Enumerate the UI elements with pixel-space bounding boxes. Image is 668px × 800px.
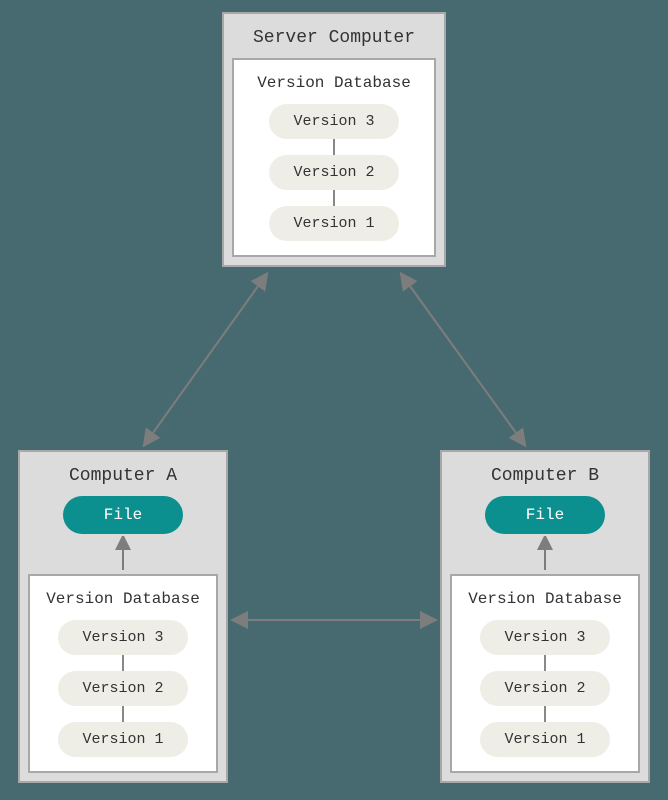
version-connector xyxy=(544,655,546,671)
computer-b-database-box: Version Database Version 3 Version 2 Ver… xyxy=(450,574,640,773)
file-pill: File xyxy=(485,496,605,534)
server-database-title: Version Database xyxy=(244,70,424,104)
version-pill: Version 2 xyxy=(269,155,399,190)
version-pill: Version 1 xyxy=(269,206,399,241)
server-database-box: Version Database Version 3 Version 2 Ver… xyxy=(232,58,436,257)
inner-arrow-icon xyxy=(450,536,640,574)
computer-a-database-title: Version Database xyxy=(40,586,206,620)
version-pill: Version 1 xyxy=(480,722,610,757)
version-pill: Version 2 xyxy=(58,671,188,706)
computer-b-title: Computer B xyxy=(450,460,640,496)
server-title: Server Computer xyxy=(232,22,436,58)
computer-b-box: Computer B File Version Database Version… xyxy=(440,450,650,783)
computer-a-database-box: Version Database Version 3 Version 2 Ver… xyxy=(28,574,218,773)
computer-a-box: Computer A File Version Database Version… xyxy=(18,450,228,783)
version-connector xyxy=(333,139,335,155)
version-pill: Version 3 xyxy=(269,104,399,139)
version-pill: Version 3 xyxy=(58,620,188,655)
version-pill: Version 1 xyxy=(58,722,188,757)
version-connector xyxy=(333,190,335,206)
version-connector xyxy=(122,655,124,671)
version-pill: Version 3 xyxy=(480,620,610,655)
version-connector xyxy=(544,706,546,722)
version-connector xyxy=(122,706,124,722)
file-pill: File xyxy=(63,496,183,534)
inner-arrow-icon xyxy=(28,536,218,574)
computer-a-title: Computer A xyxy=(28,460,218,496)
version-pill: Version 2 xyxy=(480,671,610,706)
server-computer-box: Server Computer Version Database Version… xyxy=(222,12,446,267)
computer-b-database-title: Version Database xyxy=(462,586,628,620)
